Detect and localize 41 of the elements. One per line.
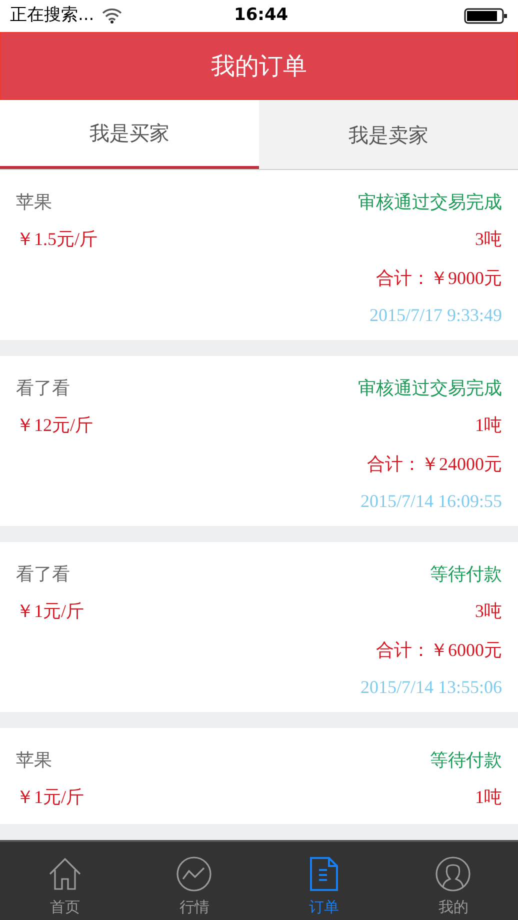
tab[interactable]: 我是卖家 — [259, 100, 518, 169]
nav-item[interactable]: 首页 — [0, 842, 130, 920]
quantity: 3吨 — [475, 600, 502, 622]
quantity: 1吨 — [475, 414, 502, 436]
product-name: 苹果 — [16, 190, 52, 214]
order-card[interactable]: 看了看 审核通过交易完成 ￥12元/斤 1吨 合计：￥24000元 2015/7/14 16:09:55 — [0, 356, 518, 526]
nav-item[interactable]: 订单 — [259, 842, 388, 920]
order-card[interactable]: 看了看 等待付款 ￥1元/斤 3吨 合计：￥6000元 2015/7/14 13:55:06 — [0, 542, 518, 712]
carrier-text: 正在搜索... — [10, 4, 94, 28]
clock-text: 16:44 — [234, 4, 288, 28]
tab[interactable]: 我是买家 — [0, 100, 259, 169]
order-card[interactable]: 苹果 等待付款 ￥1元/斤 1吨 — [0, 728, 518, 824]
document-icon — [308, 856, 339, 892]
order-status: 审核通过交易完成 — [358, 190, 502, 214]
order-time: 2015/7/17 9:33:49 — [369, 304, 502, 326]
battery-icon — [464, 7, 508, 25]
user-icon — [435, 856, 472, 892]
unit-price: ￥1元/斤 — [16, 600, 84, 622]
line-chart-icon — [176, 856, 212, 892]
page-title: 我的订单 — [211, 51, 307, 82]
order-card[interactable]: 苹果 审核通过交易完成 ￥1.5元/斤 3吨 合计：￥9000元 2015/7/17 9:33:49 — [0, 170, 518, 340]
quantity: 1吨 — [475, 786, 502, 808]
unit-price: ￥1.5元/斤 — [16, 228, 98, 250]
wifi-icon — [102, 8, 122, 24]
order-total: 合计：￥6000元 — [376, 638, 502, 662]
product-name: 看了看 — [16, 376, 70, 400]
unit-price: ￥1元/斤 — [16, 786, 84, 808]
quantity: 3吨 — [475, 228, 502, 250]
unit-price: ￥12元/斤 — [16, 414, 94, 436]
order-status: 等待付款 — [430, 562, 502, 586]
order-time: 2015/7/14 16:09:55 — [360, 490, 502, 512]
nav-item[interactable]: 我的 — [388, 842, 518, 920]
nav-item[interactable]: 行情 — [130, 842, 259, 920]
order-total: 合计：￥9000元 — [376, 266, 502, 290]
order-total: 合计：￥24000元 — [367, 452, 502, 476]
product-name: 苹果 — [16, 748, 52, 772]
order-status: 审核通过交易完成 — [358, 376, 502, 400]
order-status: 等待付款 — [430, 748, 502, 772]
product-name: 看了看 — [16, 562, 70, 586]
house-icon — [46, 856, 83, 892]
order-time: 2015/7/14 13:55:06 — [360, 676, 502, 698]
